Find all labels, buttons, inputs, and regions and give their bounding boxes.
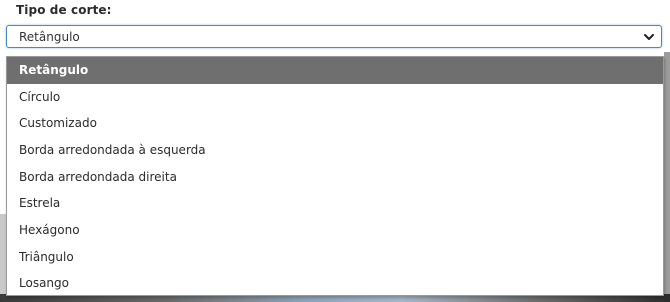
- option-circulo[interactable]: Círculo: [7, 84, 663, 111]
- option-losango[interactable]: Losango: [7, 270, 663, 297]
- cut-type-label: Tipo de corte:: [16, 3, 112, 17]
- chevron-down-icon[interactable]: [643, 31, 655, 43]
- option-borda-arredondada-direita[interactable]: Borda arredondada direita: [7, 164, 663, 191]
- option-customizado[interactable]: Customizado: [7, 110, 663, 137]
- option-borda-arredondada-esquerda[interactable]: Borda arredondada à esquerda: [7, 137, 663, 164]
- background-content-right: [664, 52, 670, 302]
- page: Tipo de corte: Retângulo Retângulo Círcu…: [0, 0, 670, 302]
- option-retangulo[interactable]: Retângulo: [7, 57, 663, 84]
- option-hexagono[interactable]: Hexágono: [7, 217, 663, 244]
- cut-type-options-list: Retângulo Círculo Customizado Borda arre…: [6, 56, 664, 296]
- cut-type-selected-value: Retângulo: [19, 30, 80, 44]
- option-triangulo[interactable]: Triângulo: [7, 244, 663, 271]
- option-estrela[interactable]: Estrela: [7, 190, 663, 217]
- cut-type-select[interactable]: Retângulo: [6, 25, 662, 48]
